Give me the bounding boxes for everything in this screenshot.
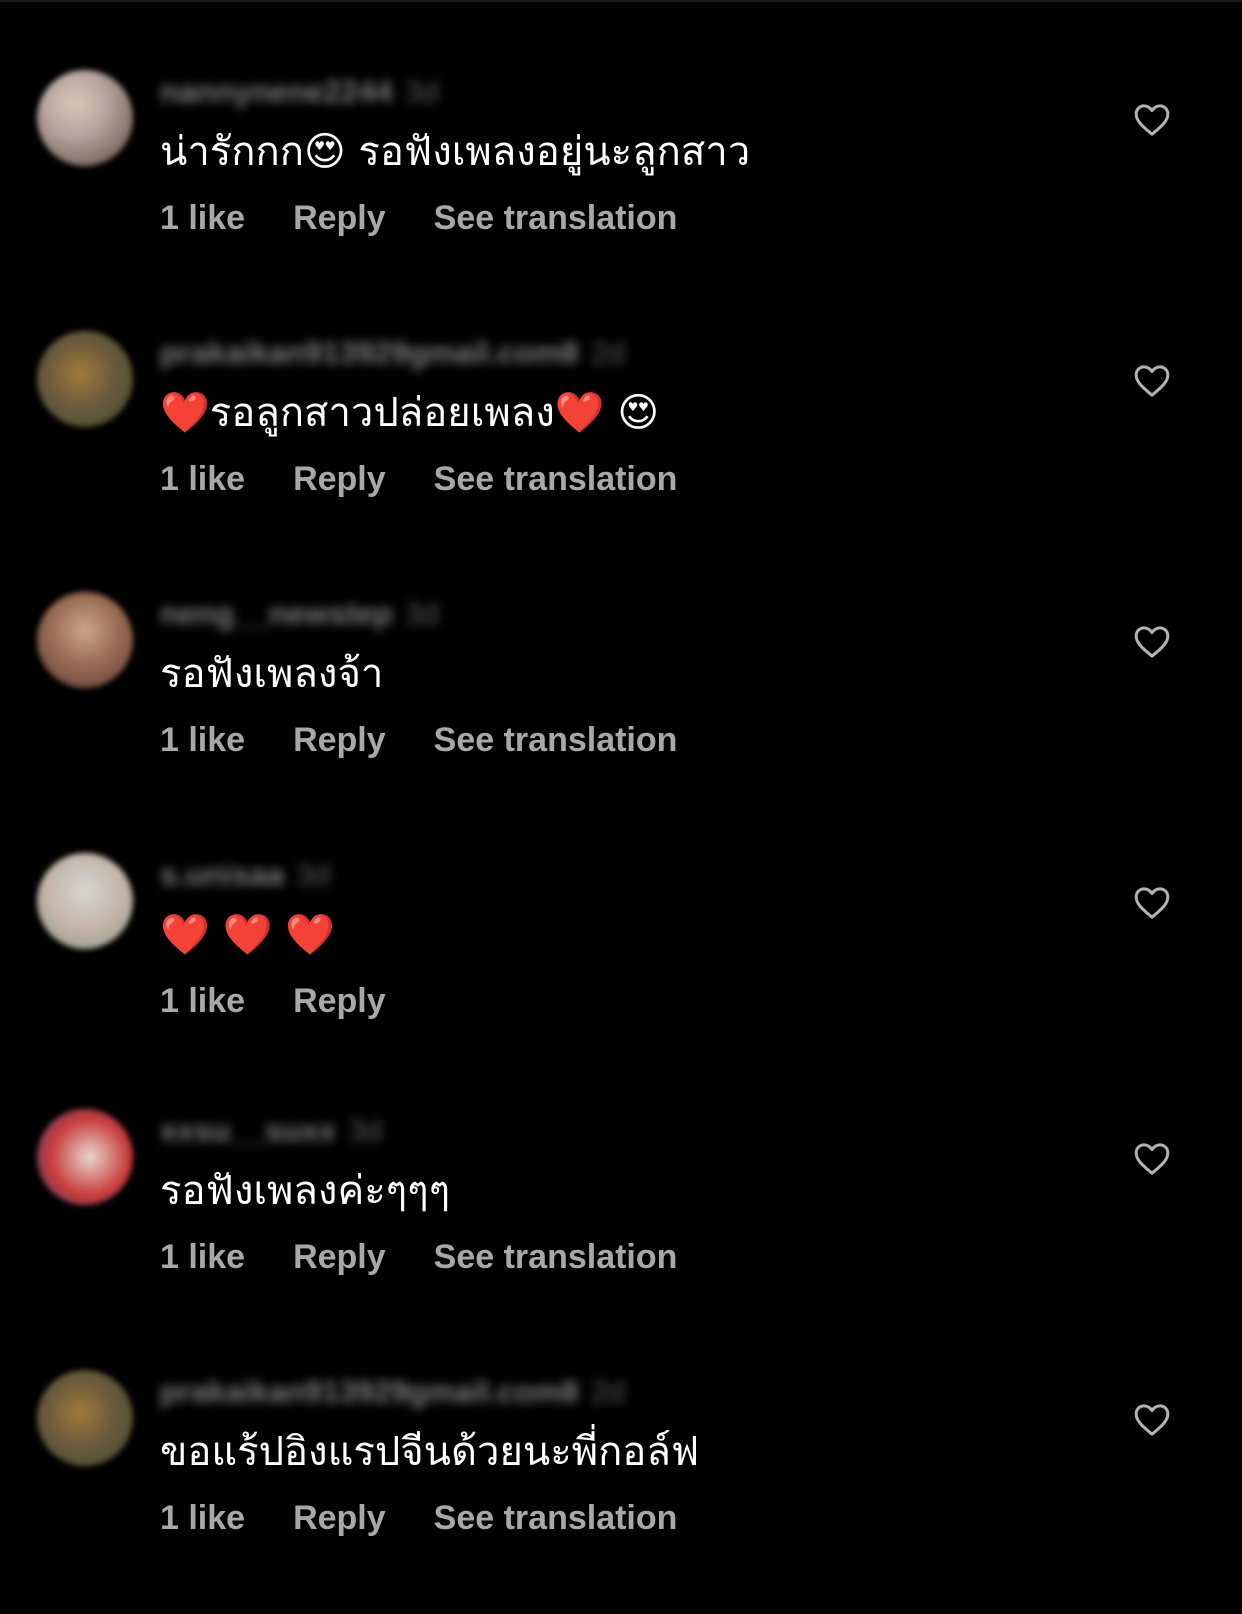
comment-text: รอฟังเพลงค่ะๆๆๆ xyxy=(160,1168,451,1214)
like-button[interactable] xyxy=(1132,1139,1172,1179)
heart-outline-icon xyxy=(1134,365,1170,397)
username[interactable]: prakaikan913929gmail.com8 xyxy=(160,335,579,370)
username[interactable]: nannynene2244 xyxy=(160,74,393,109)
heart-outline-icon xyxy=(1134,626,1170,658)
comment-header: nannynene2244 3d xyxy=(160,72,439,112)
comment-header: xxsu__suxx 3d xyxy=(160,1111,382,1151)
like-button[interactable] xyxy=(1132,883,1172,923)
username[interactable]: prakaikan913929gmail.com8 xyxy=(160,1374,579,1409)
username[interactable]: s.unisaa xyxy=(160,857,284,892)
comment-actions: 1 like Reply xyxy=(160,981,434,1021)
reply-button[interactable]: Reply xyxy=(293,198,386,238)
comment-text: รอฟังเพลงจ้า xyxy=(160,651,384,697)
comment-item: xxsu__suxx 3d รอฟังเพลงค่ะๆๆๆ 1 like Reply… xyxy=(0,1103,1242,1353)
heart-outline-icon xyxy=(1134,887,1170,919)
comment-header: prakaikan913929gmail.com8 2d xyxy=(160,1372,625,1412)
comment-list: nannynene2244 3d น่ารักกก😍 รอฟังเพลงอยู่น… xyxy=(0,0,1242,1566)
like-button[interactable] xyxy=(1132,361,1172,401)
username[interactable]: xxsu__suxx xyxy=(160,1113,336,1148)
reply-button[interactable]: Reply xyxy=(293,981,386,1021)
avatar[interactable] xyxy=(37,592,133,688)
reply-button[interactable]: Reply xyxy=(293,1498,386,1538)
like-count[interactable]: 1 like xyxy=(160,720,245,760)
reply-button[interactable]: Reply xyxy=(293,720,386,760)
comment-actions: 1 like Reply See translation xyxy=(160,1237,725,1277)
like-count[interactable]: 1 like xyxy=(160,1498,245,1538)
username[interactable]: neng__newstep xyxy=(160,596,393,631)
reply-button[interactable]: Reply xyxy=(293,459,386,499)
comment-text: ❤️ ❤️ ❤️ xyxy=(160,912,335,958)
comment-item: neng__newstep 3d รอฟังเพลงจ้า 1 like Reply… xyxy=(0,586,1242,836)
like-button[interactable] xyxy=(1132,622,1172,662)
timestamp: 3d xyxy=(347,1113,383,1148)
comment-header: s.unisaa 3d xyxy=(160,855,331,895)
like-count[interactable]: 1 like xyxy=(160,1237,245,1277)
heart-outline-icon xyxy=(1134,1404,1170,1436)
like-button[interactable] xyxy=(1132,1400,1172,1440)
see-translation-button[interactable]: See translation xyxy=(434,720,678,760)
timestamp: 3d xyxy=(404,74,440,109)
timestamp: 3d xyxy=(296,857,331,892)
comment-item: prakaikan913929gmail.com8 2d ขอแร้ปอิงแรป… xyxy=(0,1364,1242,1614)
comment-header: neng__newstep 3d xyxy=(160,594,439,634)
comment-header: prakaikan913929gmail.com8 2d xyxy=(160,333,625,373)
comment-actions: 1 like Reply See translation xyxy=(160,720,725,760)
comment-item: nannynene2244 3d น่ารักกก😍 รอฟังเพลงอยู่น… xyxy=(0,64,1242,314)
like-count[interactable]: 1 like xyxy=(160,981,245,1021)
timestamp: 2d xyxy=(590,335,626,370)
avatar[interactable] xyxy=(37,1370,133,1466)
see-translation-button[interactable]: See translation xyxy=(434,459,678,499)
avatar[interactable] xyxy=(37,1109,133,1205)
comment-actions: 1 like Reply See translation xyxy=(160,198,725,238)
avatar[interactable] xyxy=(37,70,133,166)
like-button[interactable] xyxy=(1132,100,1172,140)
avatar[interactable] xyxy=(37,853,133,949)
comment-text: ขอแร้ปอิงแรปจีนด้วยนะพี่กอล์ฟ xyxy=(160,1429,700,1475)
reply-button[interactable]: Reply xyxy=(293,1237,386,1277)
see-translation-button[interactable]: See translation xyxy=(434,1498,678,1538)
like-count[interactable]: 1 like xyxy=(160,198,245,238)
comment-item: prakaikan913929gmail.com8 2d ❤️รอลูกสาวปล… xyxy=(0,325,1242,575)
comment-actions: 1 like Reply See translation xyxy=(160,459,725,499)
see-translation-button[interactable]: See translation xyxy=(434,198,678,238)
heart-outline-icon xyxy=(1134,1143,1170,1175)
like-count[interactable]: 1 like xyxy=(160,459,245,499)
heart-outline-icon xyxy=(1134,104,1170,136)
timestamp: 3d xyxy=(404,596,440,631)
comment-item: s.unisaa 3d ❤️ ❤️ ❤️ 1 like Reply xyxy=(0,847,1242,1097)
timestamp: 2d xyxy=(590,1374,626,1409)
comment-text: น่ารักกก😍 รอฟังเพลงอยู่นะลูกสาว xyxy=(160,129,751,175)
comment-actions: 1 like Reply See translation xyxy=(160,1498,725,1538)
comment-text: ❤️รอลูกสาวปล่อยเพลง❤️ 😍 xyxy=(160,390,660,436)
avatar[interactable] xyxy=(37,331,133,427)
see-translation-button[interactable]: See translation xyxy=(434,1237,678,1277)
